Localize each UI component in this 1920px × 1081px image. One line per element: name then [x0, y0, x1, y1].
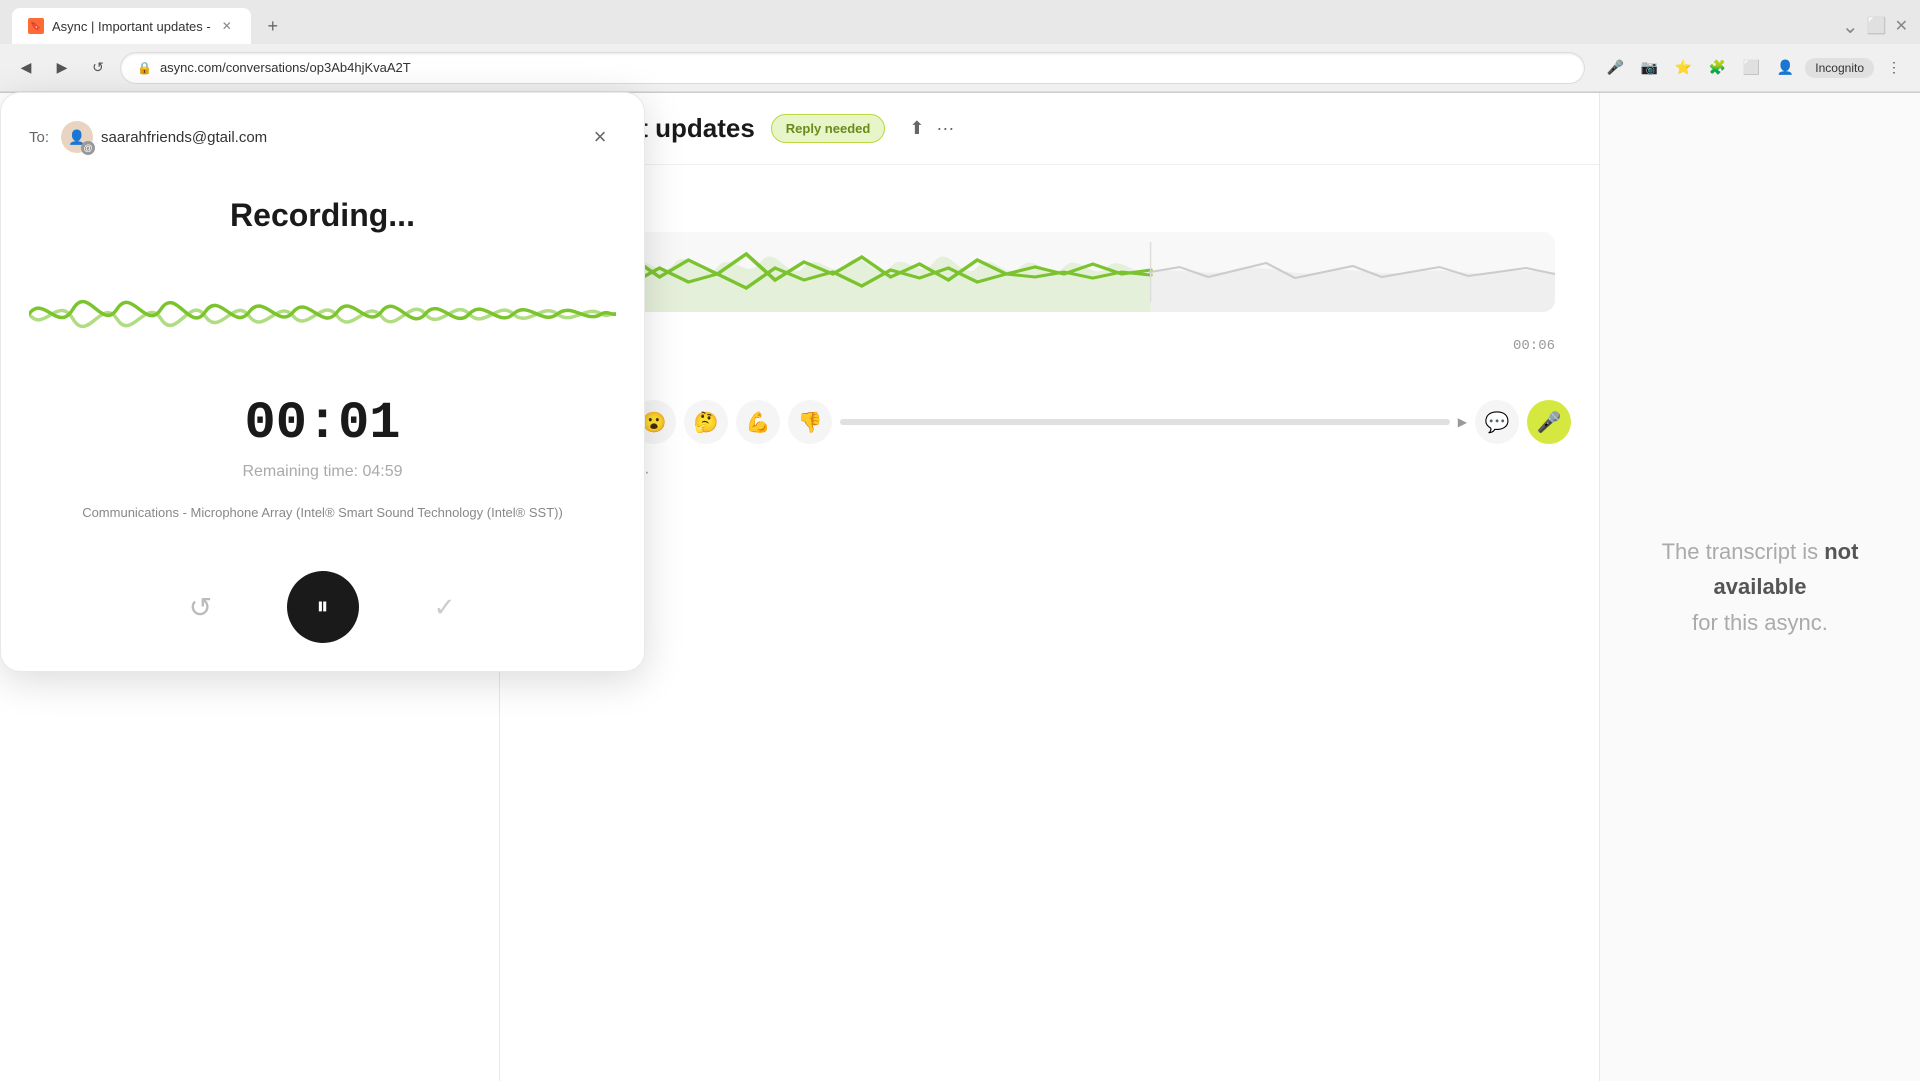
conversation-body: is 4min ago — [500, 165, 1599, 1081]
browser-titlebar: 🔖 Async | Important updates - ✕ + ⌄ ⬜ ✕ — [0, 0, 1920, 44]
bookmark-icon[interactable]: ⭐ — [1669, 54, 1697, 82]
address-bar[interactable]: 🔒 async.com/conversations/op3Ab4hjKvaA2T — [120, 52, 1585, 84]
conversation-panel: Important updates Reply needed ⬆ ··· is … — [500, 93, 1600, 1081]
forward-button[interactable]: ▶ — [48, 54, 76, 82]
restart-icon: ↺ — [189, 591, 212, 624]
tab-favicon: 🔖 — [28, 18, 44, 34]
window-minimize-icon[interactable]: ⌄ — [1842, 14, 1859, 39]
modal-to-row: To: 👤 @ saarahfriends@gtail.com × — [29, 121, 616, 153]
modal-waveform-svg — [29, 274, 616, 354]
camera-icon[interactable]: 📷 — [1635, 54, 1663, 82]
waveform-svg — [544, 232, 1555, 312]
recipient-avatar: 👤 @ — [61, 121, 93, 153]
conversation-header: Important updates Reply needed ⬆ ··· — [500, 93, 1599, 165]
browser-toolbar-icons: 🎤 📷 ⭐ 🧩 ⬜ 👤 Incognito ⋮ — [1601, 54, 1908, 82]
pause-icon: ⏸ — [317, 593, 329, 621]
reload-button[interactable]: ↺ — [84, 54, 112, 82]
extensions-icon[interactable]: 🧩 — [1703, 54, 1731, 82]
audio-player: ▶ x1 00:06 — [528, 216, 1571, 384]
ssl-lock-icon: 🔒 — [137, 61, 152, 75]
main-content: Important updates Reply needed ⬆ ··· is … — [500, 93, 1920, 1081]
new-tab-button[interactable]: + — [259, 12, 287, 40]
recording-title: Recording... — [29, 197, 616, 234]
modal-controls: ↺ ⏸ ✓ — [29, 571, 616, 643]
reply-message: 4min ago · 00:00 ··· — [528, 464, 1571, 482]
share-icon[interactable]: ⬆ — [909, 118, 924, 139]
message-meta: is 4min ago — [528, 185, 1571, 200]
profile-icon[interactable]: 👤 — [1771, 54, 1799, 82]
header-action-icons: ⬆ ··· — [909, 118, 954, 139]
emoji-muscle[interactable]: 💪 — [736, 400, 780, 444]
emoji-think[interactable]: 🤔 — [684, 400, 728, 444]
transcript-line2: for this async. — [1692, 610, 1828, 635]
pause-button[interactable]: ⏸ — [287, 571, 359, 643]
to-label: To: — [29, 129, 49, 146]
reactions-row: 😂 👏 😮 🤔 💪 👎 ▶ 💬 🎤 — [528, 400, 1571, 444]
comment-icon[interactable]: 💬 — [1475, 400, 1519, 444]
browser-chrome: 🔖 Async | Important updates - ✕ + ⌄ ⬜ ✕ … — [0, 0, 1920, 93]
transcript-unavailable-text: The transcript is not available for this… — [1640, 534, 1880, 640]
transcript-line1: The transcript is — [1662, 539, 1825, 564]
audio-controls: ▶ x1 00:06 — [544, 324, 1555, 368]
restart-button[interactable]: ↺ — [175, 581, 227, 633]
back-button[interactable]: ◀ — [12, 54, 40, 82]
confirm-button[interactable]: ✓ — [419, 581, 471, 633]
waveform-area — [544, 232, 1555, 312]
browser-toolbar: ◀ ▶ ↺ 🔒 async.com/conversations/op3Ab4hj… — [0, 44, 1920, 92]
reply-needed-badge[interactable]: Reply needed — [771, 114, 886, 143]
sidebar-toggle-icon[interactable]: ⬜ — [1737, 54, 1765, 82]
recipient-at-icon: @ — [81, 141, 95, 155]
recipient-email: saarahfriends@gtail.com — [101, 129, 267, 146]
mic-reply-button[interactable]: 🎤 — [1527, 400, 1571, 444]
emoji-thumbsdown[interactable]: 👎 — [788, 400, 832, 444]
modal-recipient: 👤 @ saarahfriends@gtail.com — [61, 121, 267, 153]
microphone-icon[interactable]: 🎤 — [1601, 54, 1629, 82]
transcript-panel: The transcript is not available for this… — [1600, 93, 1920, 1081]
more-options-icon[interactable]: ··· — [936, 118, 954, 139]
window-maximize-icon[interactable]: ⬜ — [1867, 16, 1887, 36]
reaction-expand-icon[interactable]: ▶ — [1458, 415, 1467, 429]
window-controls: ⌄ ⬜ ✕ — [1842, 14, 1908, 39]
reaction-progress-bar — [840, 419, 1450, 425]
incognito-badge: Incognito — [1805, 58, 1874, 78]
modal-waveform — [29, 274, 616, 354]
url-text: async.com/conversations/op3Ab4hjKvaA2T — [160, 60, 1568, 75]
window-close-icon[interactable]: ✕ — [1895, 16, 1908, 36]
remaining-time: Remaining time: 04:59 — [29, 463, 616, 481]
checkmark-icon: ✓ — [434, 592, 456, 623]
tab-title: Async | Important updates - — [52, 19, 211, 34]
mic-device-label: Communications - Microphone Array (Intel… — [29, 505, 616, 520]
modal-close-button[interactable]: × — [584, 121, 616, 153]
browser-menu-icon[interactable]: ⋮ — [1880, 54, 1908, 82]
time-display: 00:06 — [1513, 338, 1555, 354]
reply-meta: 4min ago · 00:00 ··· — [528, 464, 1571, 482]
tab-close-button[interactable]: ✕ — [219, 18, 235, 34]
recording-modal: To: 👤 @ saarahfriends@gtail.com × Record… — [0, 92, 645, 672]
recording-timer: 00:01 — [29, 394, 616, 453]
browser-tab-active[interactable]: 🔖 Async | Important updates - ✕ — [12, 8, 251, 44]
